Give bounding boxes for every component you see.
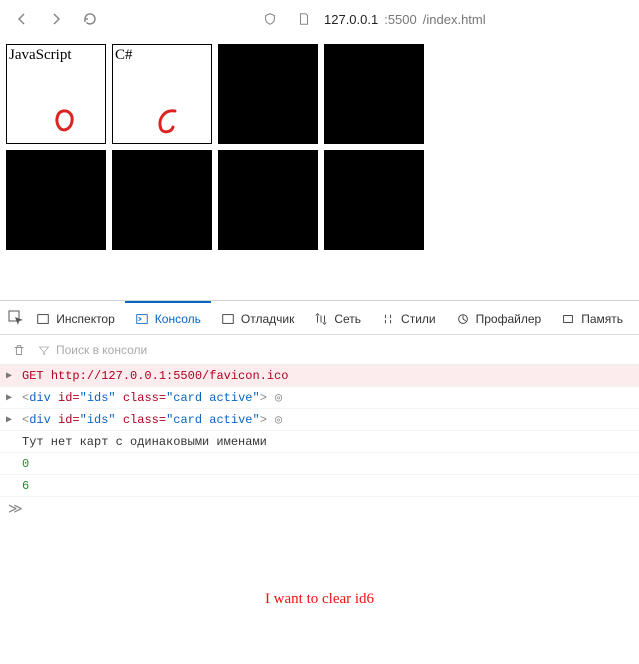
scribble-six (151, 105, 185, 137)
prompt-icon: ≫ (8, 501, 23, 517)
log-value: 0 (22, 457, 29, 471)
tab-console[interactable]: Консоль (125, 301, 211, 335)
url-bar[interactable]: 127.0.0.1 :5500/index.html (324, 12, 486, 27)
log-url: http://127.0.0.1:5500/favicon.ico (51, 369, 289, 383)
card-hidden[interactable] (6, 150, 106, 250)
card-hidden[interactable] (218, 150, 318, 250)
console-toolbar: Поиск в консоли (0, 335, 639, 365)
url-port: :5500 (384, 12, 417, 27)
console-row-value[interactable]: 6 (0, 475, 639, 497)
console-row-network-error[interactable]: ▶ GET http://127.0.0.1:5500/favicon.ico (0, 365, 639, 387)
tab-profiler[interactable]: Профайлер (446, 301, 552, 335)
tab-label: Сеть (334, 312, 361, 326)
console-row-value[interactable]: 0 (0, 453, 639, 475)
clear-console-button[interactable] (8, 339, 30, 361)
page-icon (290, 5, 318, 33)
card-hidden[interactable] (218, 44, 318, 144)
tab-network[interactable]: Сеть (304, 301, 371, 335)
log-value: 6 (22, 479, 29, 493)
tab-styles[interactable]: Стили (371, 301, 446, 335)
url-path: /index.html (423, 12, 486, 27)
card-grid: JavaScript C# (6, 44, 446, 250)
url-host: 127.0.0.1 (324, 12, 378, 27)
devtools-tabs: Инспектор Консоль Отладчик Сеть Стили Пр… (0, 301, 639, 335)
devtools-panel: Инспектор Консоль Отладчик Сеть Стили Пр… (0, 300, 639, 521)
tab-label: Стили (401, 312, 436, 326)
console-row-message[interactable]: Тут нет карт с одинаковыми именами (0, 431, 639, 453)
console-search[interactable]: Поиск в консоли (38, 343, 147, 357)
tab-inspector[interactable]: Инспектор (26, 301, 125, 335)
card-hidden[interactable] (112, 150, 212, 250)
card-hidden[interactable] (324, 150, 424, 250)
console-prompt[interactable]: ≫ (0, 497, 639, 521)
console-row-dom[interactable]: ▶ <div id="ids" class="card active"> ◎ (0, 387, 639, 409)
tab-debugger[interactable]: Отладчик (211, 301, 304, 335)
shield-icon[interactable] (256, 5, 284, 33)
card-label: JavaScript (9, 47, 71, 64)
dom-target-icon[interactable]: ◎ (275, 412, 282, 427)
tab-label: Консоль (155, 312, 201, 326)
log-method: GET (22, 369, 51, 383)
forward-button[interactable] (42, 5, 70, 33)
expand-arrow-icon[interactable]: ▶ (6, 392, 16, 404)
tab-label: Отладчик (241, 312, 294, 326)
page-content: JavaScript C# (0, 38, 639, 256)
reload-button[interactable] (76, 5, 104, 33)
tab-label: Профайлер (476, 312, 542, 326)
card-csharp[interactable]: C# (112, 44, 212, 144)
log-message: Тут нет карт с одинаковыми именами (22, 435, 267, 449)
expand-arrow-icon[interactable]: ▶ (6, 414, 16, 426)
search-placeholder: Поиск в консоли (56, 343, 147, 357)
card-javascript[interactable]: JavaScript (6, 44, 106, 144)
scribble-zero (49, 107, 79, 135)
expand-arrow-icon[interactable]: ▶ (6, 370, 16, 382)
tab-memory[interactable]: Память (551, 301, 633, 335)
card-label: C# (115, 47, 133, 64)
console-row-dom[interactable]: ▶ <div id="ids" class="card active"> ◎ (0, 409, 639, 431)
back-button[interactable] (8, 5, 36, 33)
console-output: ▶ GET http://127.0.0.1:5500/favicon.ico … (0, 365, 639, 497)
element-picker-button[interactable] (6, 305, 26, 331)
tab-label: Память (581, 312, 623, 326)
browser-toolbar: 127.0.0.1 :5500/index.html (0, 0, 639, 38)
annotation-text: I want to clear id6 (0, 591, 639, 608)
card-hidden[interactable] (324, 44, 424, 144)
tab-label: Инспектор (56, 312, 115, 326)
dom-target-icon[interactable]: ◎ (275, 390, 282, 405)
